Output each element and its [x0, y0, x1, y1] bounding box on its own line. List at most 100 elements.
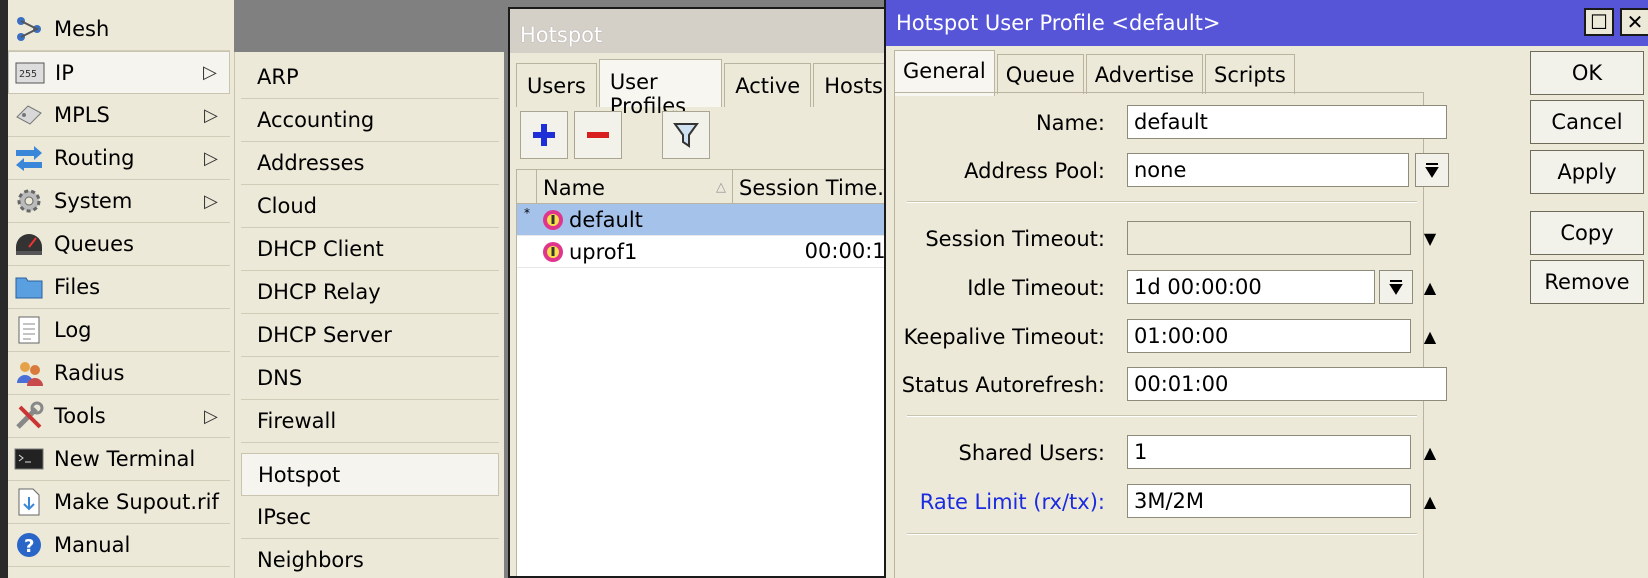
table-row[interactable]: * default — [517, 204, 896, 236]
menu-item-radius[interactable]: Radius — [8, 352, 230, 395]
session-timeout-label: Session Timeout: — [925, 227, 1105, 251]
tab-users[interactable]: Users — [516, 63, 597, 107]
session-timeout-cell — [733, 204, 896, 235]
menu-item-label: MPLS — [54, 103, 110, 127]
address-pool-dropdown-button[interactable] — [1415, 153, 1449, 187]
supout-file-icon — [12, 485, 46, 519]
menu-item-queues[interactable]: Queues — [8, 223, 230, 266]
remove-profile-button[interactable]: Remove — [1530, 260, 1644, 304]
idle-timeout-field[interactable]: 1d 00:00:00 — [1127, 270, 1375, 304]
menu-item-label: Radius — [54, 361, 125, 385]
submenu-item-label: DHCP Server — [257, 323, 392, 347]
column-header-name[interactable]: Name △ — [537, 170, 733, 203]
keepalive-timeout-field[interactable]: 01:00:00 — [1127, 319, 1411, 353]
profile-icon — [543, 209, 563, 230]
add-button[interactable] — [520, 111, 568, 159]
submenu-arrow-icon: ▷ — [204, 104, 218, 126]
radius-users-icon — [12, 356, 46, 390]
tab-queue[interactable]: Queue — [996, 54, 1084, 94]
keepalive-timeout-collapse-button[interactable]: ▲ — [1417, 325, 1443, 347]
submenu-item-ipsec[interactable]: IPsec — [241, 496, 499, 539]
ok-button[interactable]: OK — [1530, 51, 1644, 95]
table-row[interactable]: uprof1 00:00:10 — [517, 236, 896, 268]
menu-item-label: IP — [55, 60, 74, 85]
filter-button[interactable] — [662, 111, 710, 159]
menu-item-ip[interactable]: 255 IP ▷ — [8, 51, 230, 94]
menu-item-make-supout[interactable]: Make Supout.rif — [8, 481, 230, 524]
tab-advertise[interactable]: Advertise — [1085, 54, 1204, 94]
profile-name: default — [569, 207, 643, 232]
menu-item-label: New Terminal — [54, 447, 196, 471]
submenu-item-dhcp-server[interactable]: DHCP Server — [241, 314, 499, 357]
submenu-item-dhcp-relay[interactable]: DHCP Relay — [241, 271, 499, 314]
tab-scripts[interactable]: Scripts — [1205, 54, 1295, 94]
remove-button[interactable] — [574, 111, 622, 159]
submenu-item-dhcp-client[interactable]: DHCP Client — [241, 228, 499, 271]
apply-button[interactable]: Apply — [1530, 150, 1644, 194]
table-header: Name △ Session Time... — [517, 170, 896, 204]
submenu-arrow-icon: ▷ — [203, 62, 217, 83]
menu-item-routing[interactable]: Routing ▷ — [8, 137, 230, 180]
close-button[interactable]: ✕ — [1620, 8, 1648, 36]
tab-user-profiles[interactable]: User Profiles — [598, 59, 723, 118]
submenu-item-dns[interactable]: DNS — [241, 357, 499, 400]
menu-item-tools[interactable]: Tools ▷ — [8, 395, 230, 438]
filter-icon — [673, 123, 699, 148]
rate-limit-collapse-button[interactable]: ▲ — [1417, 490, 1443, 512]
separator — [907, 201, 1417, 203]
menu-item-mesh[interactable]: Mesh — [8, 8, 230, 51]
submenu-item-addresses[interactable]: Addresses — [241, 142, 499, 185]
tab-general[interactable]: General — [894, 50, 995, 96]
name-field[interactable]: default — [1127, 105, 1447, 139]
remove-icon — [587, 132, 609, 138]
dialog-titlebar[interactable]: Hotspot User Profile <default> — [886, 0, 1648, 46]
copy-button[interactable]: Copy — [1530, 211, 1644, 255]
menu-item-log[interactable]: Log — [8, 309, 230, 352]
status-autorefresh-field[interactable]: 00:01:00 — [1127, 367, 1447, 401]
shared-users-collapse-button[interactable]: ▲ — [1417, 441, 1443, 463]
submenu-item-hotspot[interactable]: Hotspot — [241, 453, 499, 496]
shared-users-field[interactable]: 1 — [1127, 435, 1411, 469]
row-name-cell: default — [537, 204, 733, 235]
menu-item-label: Routing — [54, 146, 135, 170]
folder-icon — [12, 270, 46, 304]
submenu-item-label: ARP — [257, 65, 299, 89]
idle-timeout-collapse-button[interactable]: ▲ — [1417, 276, 1443, 298]
session-timeout-expand-button[interactable]: ▼ — [1417, 227, 1443, 249]
submenu-item-neighbors[interactable]: Neighbors — [241, 539, 499, 578]
menu-item-manual[interactable]: ? Manual — [8, 524, 230, 567]
name-row: Name: default — [895, 105, 1447, 141]
menu-item-label: Log — [54, 318, 92, 342]
tab-active[interactable]: Active — [724, 63, 812, 107]
column-header-label: Name — [543, 176, 605, 200]
keepalive-timeout-label: Keepalive Timeout: — [903, 325, 1105, 349]
submenu-item-accounting[interactable]: Accounting — [241, 99, 499, 142]
profile-icon — [543, 241, 563, 262]
menu-item-system[interactable]: System ▷ — [8, 180, 230, 223]
flag-column-header[interactable] — [517, 170, 537, 203]
maximize-button[interactable]: ☐ — [1584, 8, 1614, 36]
cancel-button[interactable]: Cancel — [1530, 100, 1644, 144]
submenu-item-firewall[interactable]: Firewall — [241, 400, 499, 443]
column-header-session-timeout[interactable]: Session Time... — [733, 170, 896, 203]
submenu-item-label: DHCP Client — [257, 237, 384, 261]
separator — [907, 533, 1417, 535]
menu-item-label: Queues — [54, 232, 134, 256]
address-pool-select[interactable]: none — [1127, 153, 1409, 187]
hotspot-window-title[interactable]: Hotspot — [510, 9, 896, 53]
submenu-item-arp[interactable]: ARP — [241, 56, 499, 99]
rate-limit-label[interactable]: Rate Limit (rx/tx): — [920, 490, 1105, 514]
submenu-item-cloud[interactable]: Cloud — [241, 185, 499, 228]
menu-item-files[interactable]: Files — [8, 266, 230, 309]
routing-icon — [12, 141, 46, 175]
idle-timeout-dropdown-button[interactable] — [1379, 270, 1413, 304]
menu-item-mpls[interactable]: MPLS ▷ — [8, 94, 230, 137]
tab-hosts[interactable]: Hosts — [813, 63, 894, 107]
user-profiles-table: Name △ Session Time... * default uprof1 … — [516, 169, 896, 576]
menu-item-new-terminal[interactable]: New Terminal — [8, 438, 230, 481]
triangle-up-icon: ▲ — [1423, 277, 1437, 297]
rate-limit-field[interactable]: 3M/2M — [1127, 484, 1411, 518]
menu-item-label: Files — [54, 275, 101, 299]
separator — [907, 415, 1417, 417]
session-timeout-field[interactable] — [1127, 221, 1411, 255]
